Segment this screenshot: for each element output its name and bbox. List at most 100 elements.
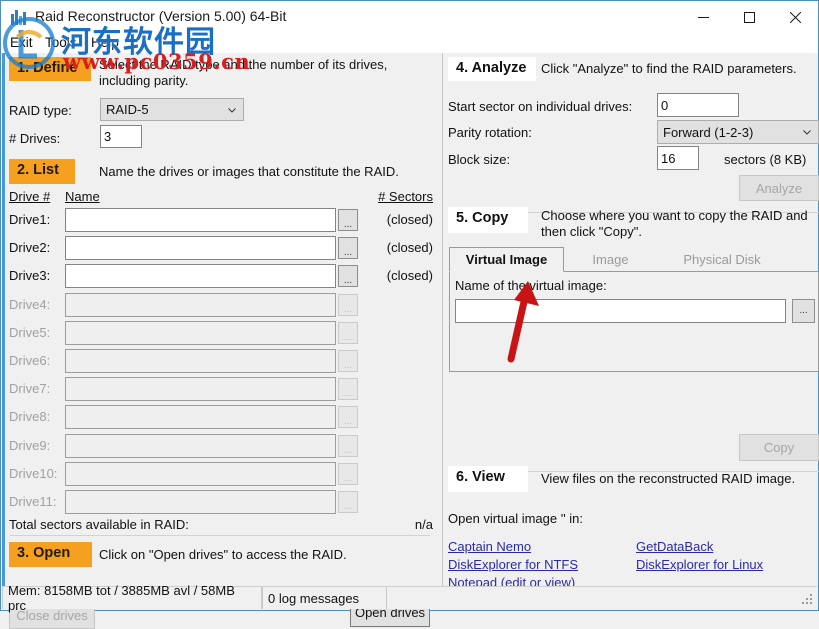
drive-name-input[interactable] <box>65 208 336 232</box>
drive-name-input <box>65 321 336 345</box>
drive-label: Drive1: <box>9 212 51 227</box>
analyze-button[interactable]: Analyze <box>739 175 819 201</box>
column-header-drive: Drive # <box>9 189 51 204</box>
status-log-messages[interactable]: 0 log messages <box>262 587 387 609</box>
drive-label: Drive10: <box>9 466 58 481</box>
start-sector-input[interactable] <box>657 93 739 117</box>
step-1-define-badge: 1. Define <box>9 57 91 81</box>
num-drives-input[interactable] <box>100 125 142 148</box>
drive-browse-button: ... <box>338 463 358 485</box>
drive-label: Drive4: <box>9 297 51 312</box>
drive-name-input <box>65 434 336 458</box>
window-controls <box>680 1 818 34</box>
raid-type-value: RAID-5 <box>106 102 149 117</box>
drive-label: Drive9: <box>9 438 51 453</box>
column-header-sectors: # Sectors <box>378 189 433 204</box>
drive-sectors-value: (closed) <box>386 268 433 283</box>
parity-rotation-select[interactable]: Forward (1-2-3) <box>657 120 819 144</box>
define-description: Select the RAID type and the number of i… <box>99 57 388 88</box>
maximize-icon[interactable] <box>726 1 772 34</box>
virtual-image-label: Name of the virtual image: <box>455 278 607 293</box>
application-window: Raid Reconstructor (Version 5.00) 64-Bit… <box>0 0 819 629</box>
virtual-image-input[interactable] <box>455 299 786 323</box>
chevron-down-icon <box>228 107 236 113</box>
menu-item-help[interactable]: Help <box>91 35 119 50</box>
step-3-open-badge: 3. Open <box>9 542 92 567</box>
step-5-copy-badge: 5. Copy <box>448 207 528 233</box>
parity-rotation-value: Forward (1-2-3) <box>663 124 754 140</box>
window-title: Raid Reconstructor (Version 5.00) 64-Bit <box>35 8 287 24</box>
num-drives-label: # Drives: <box>9 131 61 146</box>
list-description: Name the drives or images that constitut… <box>99 164 399 179</box>
content-panes: 1. Define Select the RAID type and the n… <box>2 53 819 629</box>
close-icon[interactable] <box>772 1 818 34</box>
menu-bar: Exit Tools Help <box>1 34 818 53</box>
drive-label: Drive5: <box>9 325 51 340</box>
raid-type-label: RAID type: <box>9 103 72 118</box>
tab-image[interactable]: Image <box>568 247 653 272</box>
status-bar: Mem: 8158MB tot / 3885MB avl / 58MB prc … <box>2 583 817 613</box>
drive-browse-button: ... <box>338 435 358 457</box>
drive-name-input <box>65 349 336 373</box>
raid-type-select[interactable]: RAID-5 <box>100 98 244 121</box>
total-sectors-label: Total sectors available in RAID: <box>9 517 189 532</box>
copy-button[interactable]: Copy <box>739 434 819 461</box>
drive-name-input <box>65 405 336 429</box>
divider-total <box>10 535 430 536</box>
tab-physical-disk[interactable]: Physical Disk <box>662 247 782 272</box>
drive-browse-button: ... <box>338 378 358 400</box>
right-pane: 4. Analyze Click "Analyze" to find the R… <box>442 53 819 590</box>
parity-rotation-label: Parity rotation: <box>448 125 532 140</box>
drive-name-input <box>65 462 336 486</box>
virtual-image-panel: Name of the virtual image: ... <box>449 271 819 372</box>
copy-description: Choose where you want to copy the RAID a… <box>541 208 808 239</box>
raid-bars-icon <box>11 9 29 25</box>
open-virtual-image-label: Open virtual image '' in: <box>448 511 584 526</box>
drive-name-input[interactable] <box>65 236 336 260</box>
drive-label: Drive11: <box>9 494 57 509</box>
copy-tabs: Virtual Image Image Physical Disk <box>449 247 819 272</box>
drive-browse-button: ... <box>338 406 358 428</box>
drive-label: Drive8: <box>9 409 51 424</box>
drive-name-input <box>65 490 336 514</box>
drive-label: Drive6: <box>9 353 51 368</box>
open-description: Click on "Open drives" to access the RAI… <box>99 547 347 562</box>
link-captain-nemo[interactable]: Captain Nemo <box>448 539 531 554</box>
link-getdataback[interactable]: GetDataBack <box>636 539 713 554</box>
drive-sectors-value: (closed) <box>386 240 433 255</box>
drive-name-input <box>65 293 336 317</box>
drive-sectors-value: (closed) <box>386 212 433 227</box>
analyze-description: Click "Analyze" to find the RAID paramet… <box>541 61 797 76</box>
block-size-label: Block size: <box>448 152 511 167</box>
drive-browse-button: ... <box>338 350 358 372</box>
step-4-analyze-badge: 4. Analyze <box>448 57 536 81</box>
drive-name-input[interactable] <box>65 264 336 288</box>
drive-label: Drive7: <box>9 381 51 396</box>
drive-browse-button: ... <box>338 322 358 344</box>
title-bar: Raid Reconstructor (Version 5.00) 64-Bit <box>1 1 818 34</box>
menu-item-tools[interactable]: Tools <box>45 35 77 50</box>
minimize-icon[interactable] <box>680 1 726 34</box>
left-pane: 1. Define Select the RAID type and the n… <box>2 53 439 629</box>
block-size-input[interactable] <box>657 146 699 170</box>
drive-label: Drive3: <box>9 268 51 283</box>
tab-virtual-image[interactable]: Virtual Image <box>449 247 564 272</box>
virtual-image-browse-button[interactable]: ... <box>792 299 815 323</box>
drive-name-input <box>65 377 336 401</box>
step-6-view-badge: 6. View <box>448 466 528 492</box>
drive-browse-button: ... <box>338 294 358 316</box>
resize-grip-icon[interactable] <box>802 594 814 606</box>
column-header-name: Name <box>65 189 100 204</box>
block-size-unit: sectors (8 KB) <box>724 152 807 167</box>
status-memory: Mem: 8158MB tot / 3885MB avl / 58MB prc <box>2 583 262 613</box>
total-sectors-value: n/a <box>414 517 433 532</box>
drive-label: Drive2: <box>9 240 51 255</box>
menu-item-exit[interactable]: Exit <box>10 35 33 50</box>
link-diskexplorer-ntfs[interactable]: DiskExplorer for NTFS <box>448 557 578 572</box>
step-2-list-badge: 2. List <box>9 159 75 184</box>
start-sector-label: Start sector on individual drives: <box>448 99 633 114</box>
drive-browse-button: ... <box>338 491 358 513</box>
chevron-down-icon <box>803 130 811 135</box>
view-description: View files on the reconstructed RAID ima… <box>541 471 796 486</box>
link-diskexplorer-linux[interactable]: DiskExplorer for Linux <box>636 557 763 572</box>
